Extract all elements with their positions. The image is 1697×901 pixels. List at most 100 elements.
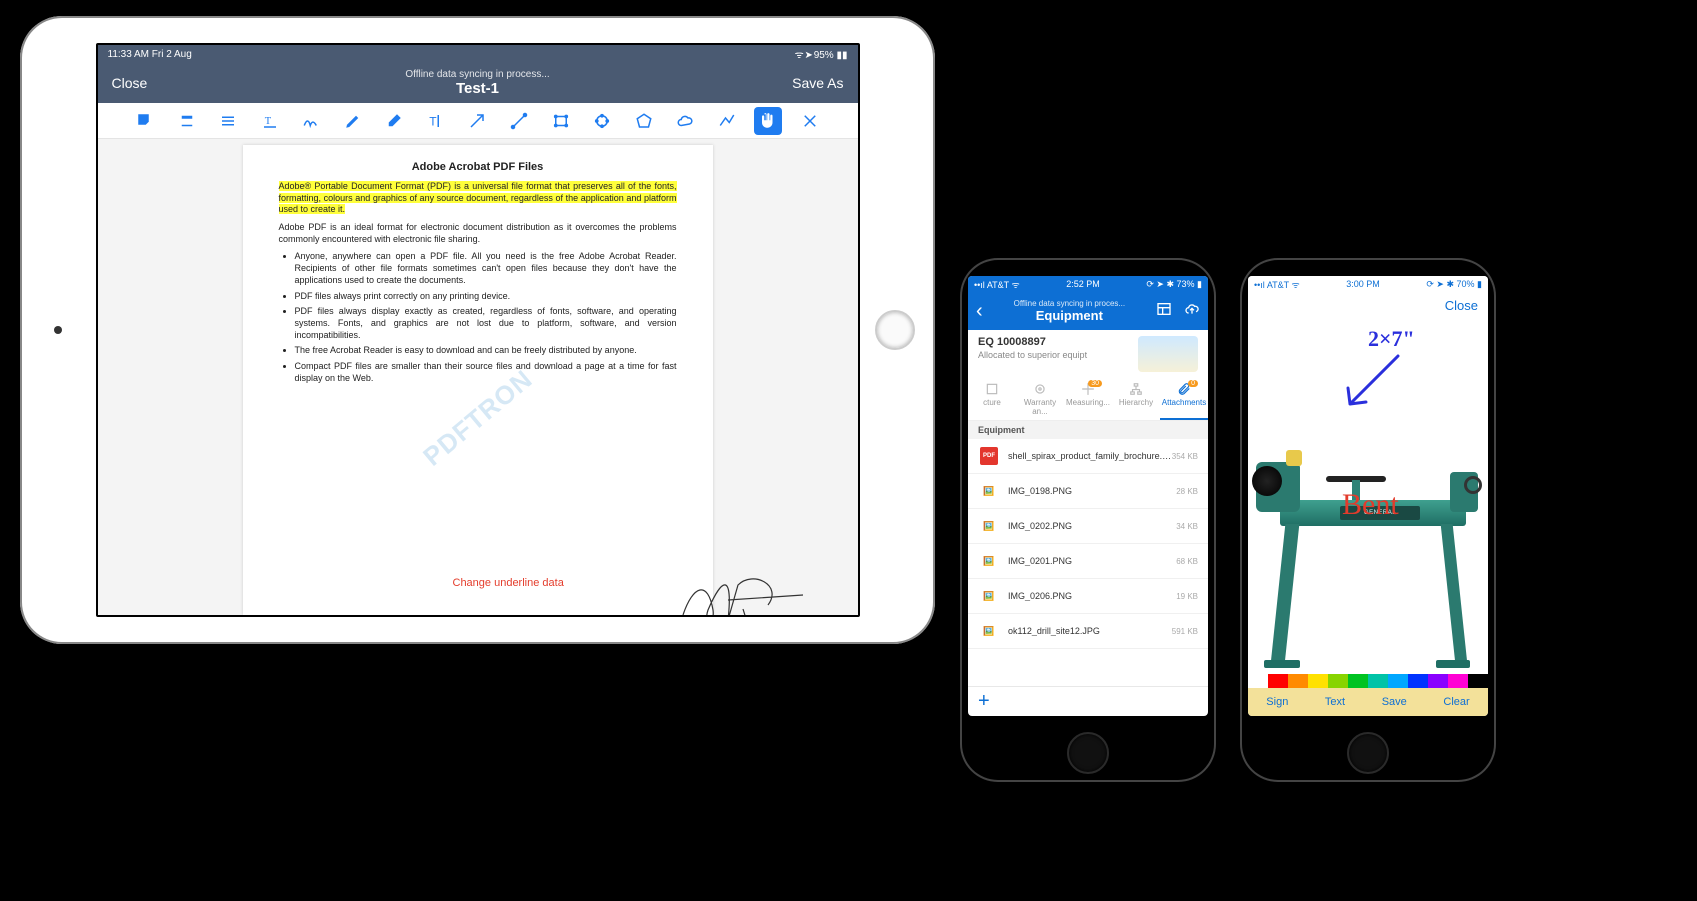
ipad-screen: 11:33 AM Fri 2 Aug ᯤ ➤ 95% ▮▮ Close Offl… [96,43,860,617]
section-header: Equipment [968,421,1208,439]
attachment-row[interactable]: PDFshell_spirax_product_family_brochure.… [968,439,1208,474]
document-title: Test-1 [172,80,784,97]
color-swatch[interactable] [1428,674,1448,688]
color-swatch[interactable] [1408,674,1428,688]
color-swatch[interactable] [1368,674,1388,688]
ipad-home-button[interactable] [875,310,915,350]
tab-hierarchy[interactable]: Hierarchy [1112,382,1160,420]
polyline-icon[interactable] [713,107,741,135]
sign-button[interactable]: Sign [1266,696,1288,708]
iphone-annotate-device: ••ıl AT&T ᯤ 3:00 PM ⟳ ➤ ✱ 70% ▮ Close GE… [1240,258,1496,782]
red-text-annotation[interactable]: Change underline data [453,577,564,589]
bullet-list: Anyone, anywhere can open a PDF file. Al… [295,251,677,384]
attachments-list[interactable]: PDFshell_spirax_product_family_brochure.… [968,439,1208,686]
color-swatch[interactable] [1468,674,1488,688]
add-attachment-button[interactable]: + [968,686,1208,716]
svg-text:T: T [429,114,437,128]
upload-cloud-icon[interactable] [1184,301,1200,322]
lathe-image: GENERAL [1260,378,1476,674]
navbar-center: Offline data syncing in process... Test-… [172,69,784,97]
clear-button[interactable]: Clear [1443,696,1469,708]
freetext-icon[interactable]: T [422,107,450,135]
color-swatch[interactable] [1248,674,1268,688]
carrier-label: AT&T [1267,280,1289,290]
ipad-status-bar: 11:33 AM Fri 2 Aug ᯤ ➤ 95% ▮▮ [98,45,858,63]
color-swatch[interactable] [1448,674,1468,688]
image-icon: 🖼️ [978,515,1000,537]
image-icon: 🖼️ [978,620,1000,642]
cloud-icon[interactable] [671,107,699,135]
battery-label: 73% [1177,279,1195,289]
line-icon[interactable] [505,107,533,135]
image-annotate-canvas[interactable]: GENERAL 2×7" Bent [1248,318,1488,674]
layout-icon[interactable] [1156,301,1172,322]
list-item: The free Acrobat Reader is easy to downl… [295,345,677,357]
color-palette [1248,674,1488,688]
color-swatch[interactable] [1268,674,1288,688]
pen-icon[interactable] [339,107,367,135]
color-swatch[interactable] [1388,674,1408,688]
color-swatch[interactable] [1348,674,1368,688]
svg-text:T: T [264,116,271,127]
iphone1-status-bar: ••ıl AT&T ᯤ 2:52 PM ⟳ ➤ ✱ 73% ▮ [968,276,1208,292]
signature-icon[interactable] [297,107,325,135]
red-text-annotation[interactable]: Bent [1342,488,1399,522]
iphone1-screen: ••ıl AT&T ᯤ 2:52 PM ⟳ ➤ ✱ 73% ▮ ‹ Offlin… [968,276,1208,716]
eraser-icon[interactable] [380,107,408,135]
image-icon: 🖼️ [978,585,1000,607]
close-button[interactable]: Close [1445,298,1478,313]
list-item: PDF files always print correctly on any … [295,291,677,303]
attachment-row[interactable]: 🖼️ok112_drill_site12.JPG591 KB [968,614,1208,649]
close-button[interactable]: Close [112,75,172,91]
pan-hand-icon[interactable] [754,107,782,135]
signature-annotation[interactable] [673,565,813,615]
document-viewport[interactable]: PDFTRON Adobe Acrobat PDF Files Adobe® P… [98,139,858,615]
rectangle-icon[interactable] [547,107,575,135]
arrow-icon[interactable] [463,107,491,135]
attachment-row[interactable]: 🖼️IMG_0198.PNG28 KB [968,474,1208,509]
list-item: Anyone, anywhere can open a PDF file. Al… [295,251,677,286]
attachment-row[interactable]: 🖼️IMG_0202.PNG34 KB [968,509,1208,544]
image-icon: 🖼️ [978,480,1000,502]
blue-arrow-annotation[interactable] [1338,348,1408,418]
tab-attachments[interactable]: 0Attachments [1160,382,1208,420]
color-swatch[interactable] [1328,674,1348,688]
allocation-text: Allocated to superior equipt [978,350,1132,360]
document-page: PDFTRON Adobe Acrobat PDF Files Adobe® P… [243,145,713,615]
ipad-status-right: ᯤ ➤ 95% ▮▮ [795,47,848,61]
strikethrough-icon[interactable] [214,107,242,135]
ipad-device: 11:33 AM Fri 2 Aug ᯤ ➤ 95% ▮▮ Close Offl… [20,16,935,644]
carrier-label: AT&T [987,280,1009,290]
attachment-row[interactable]: 🖼️IMG_0206.PNG19 KB [968,579,1208,614]
iphone2-screen: ••ıl AT&T ᯤ 3:00 PM ⟳ ➤ ✱ 70% ▮ Close GE… [1248,276,1488,716]
color-swatch[interactable] [1308,674,1328,688]
iphone1-home-button[interactable] [1067,732,1109,774]
battery-label: 70% [1457,279,1475,289]
ellipse-icon[interactable] [588,107,616,135]
sync-status-text: Offline data syncing in process... [172,69,784,80]
map-thumbnail[interactable] [1138,336,1198,372]
attachment-row[interactable]: 🖼️IMG_0201.PNG68 KB [968,544,1208,579]
save-as-button[interactable]: Save As [784,75,844,91]
highlighted-paragraph: Adobe® Portable Document Format (PDF) is… [279,181,677,216]
back-button[interactable]: ‹ [976,300,983,323]
tab-warranty[interactable]: Warranty an... [1016,382,1064,420]
iphone2-navbar: Close [1248,292,1488,318]
polygon-icon[interactable] [630,107,658,135]
ipad-navbar: Close Offline data syncing in process...… [98,63,858,103]
intro-paragraph: Adobe PDF is an ideal format for electro… [279,222,677,245]
tab-measuring[interactable]: 30Measuring... [1064,382,1112,420]
iphone2-home-button[interactable] [1347,732,1389,774]
annotation-toolbar: T T [98,103,858,139]
equipment-header: EQ 10008897 Allocated to superior equipt [968,330,1208,378]
text-button[interactable]: Text [1325,696,1345,708]
time-label: 3:00 PM [1346,279,1380,289]
close-toolbar-icon[interactable] [796,107,824,135]
iphone2-status-bar: ••ıl AT&T ᯤ 3:00 PM ⟳ ➤ ✱ 70% ▮ [1248,276,1488,292]
save-button[interactable]: Save [1382,696,1407,708]
tab-structure[interactable]: cture [968,382,1016,420]
highlight-icon[interactable] [173,107,201,135]
color-swatch[interactable] [1288,674,1308,688]
note-icon[interactable] [131,107,159,135]
underline-icon[interactable]: T [256,107,284,135]
